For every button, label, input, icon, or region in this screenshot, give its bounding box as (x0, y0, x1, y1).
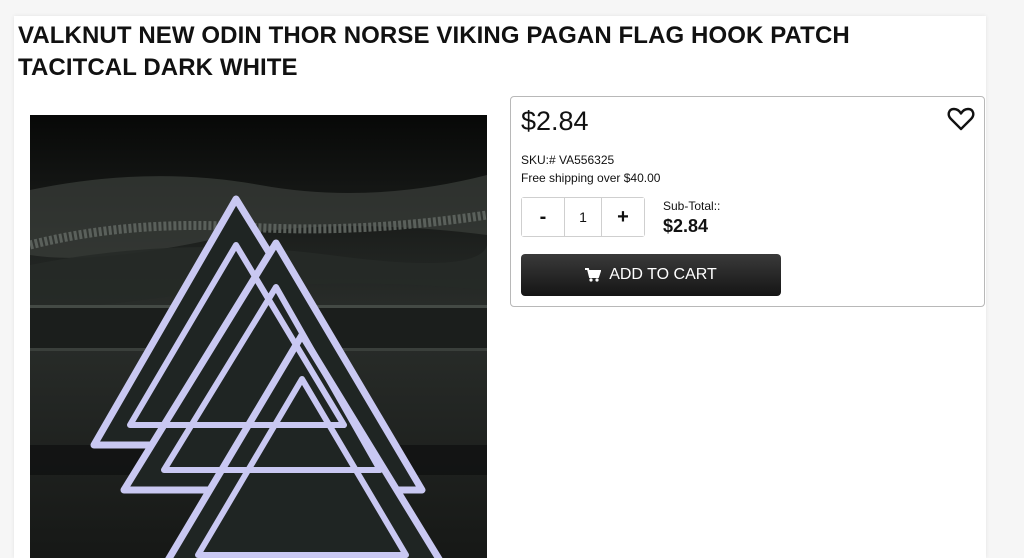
heart-icon[interactable] (947, 106, 975, 132)
subtotal-label: Sub-Total:: (663, 199, 721, 213)
sku-text: SKU:# VA556325 (521, 153, 615, 167)
quantity-stepper: - + (521, 197, 645, 237)
increment-button[interactable]: + (602, 198, 644, 236)
decrement-button[interactable]: - (522, 198, 564, 236)
product-price: $2.84 (521, 106, 589, 136)
add-to-cart-label: ADD TO CART (609, 266, 717, 283)
shopping-cart-icon (585, 268, 602, 282)
add-to-cart-button[interactable]: ADD TO CART (521, 254, 781, 296)
valknut-patch-image (30, 115, 487, 558)
product-page: VALKNUT NEW ODIN THOR NORSE VIKING PAGAN… (14, 16, 986, 558)
product-image[interactable] (30, 115, 487, 558)
shipping-text: Free shipping over $40.00 (521, 171, 661, 185)
quantity-input[interactable] (564, 198, 602, 236)
product-title: VALKNUT NEW ODIN THOR NORSE VIKING PAGAN… (18, 22, 850, 81)
subtotal-value: $2.84 (663, 216, 709, 236)
purchase-panel: $2.84 SKU:# VA556325 Free shipping over … (510, 96, 985, 307)
